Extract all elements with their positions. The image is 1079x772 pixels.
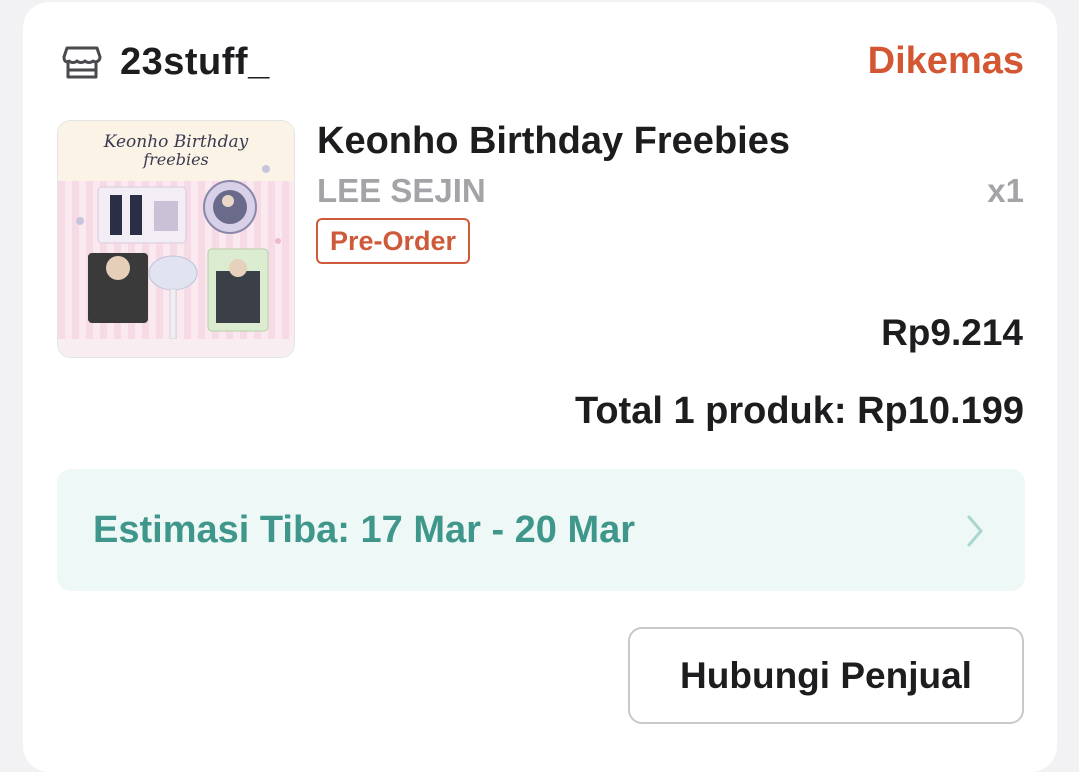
store-icon bbox=[62, 42, 102, 82]
image-title-line2: freebies bbox=[142, 150, 209, 169]
product-price: Rp9.214 bbox=[881, 312, 1023, 353]
chevron-right-icon bbox=[961, 513, 987, 549]
shop-name[interactable]: 23stuff_ bbox=[120, 41, 270, 84]
shop-header[interactable]: 23stuff_ bbox=[62, 40, 270, 84]
image-title-line1: Keonho Birthday bbox=[103, 132, 249, 152]
product-title[interactable]: Keonho Birthday Freebies bbox=[317, 120, 790, 163]
product-image[interactable]: Keonho Birthday freebies bbox=[57, 120, 295, 358]
delivery-estimate-text: Estimasi Tiba: 17 Mar - 20 Mar bbox=[93, 509, 636, 551]
delivery-estimate-row[interactable]: Estimasi Tiba: 17 Mar - 20 Mar bbox=[57, 469, 1025, 591]
order-status: Dikemas bbox=[867, 40, 1024, 82]
product-variant: LEE SEJIN bbox=[317, 172, 486, 209]
product-quantity: x1 bbox=[987, 172, 1024, 209]
order-total: Total 1 produk: Rp10.199 bbox=[574, 390, 1024, 432]
contact-seller-button[interactable]: Hubungi Penjual bbox=[628, 627, 1024, 724]
pre-order-badge: Pre-Order bbox=[316, 218, 471, 264]
